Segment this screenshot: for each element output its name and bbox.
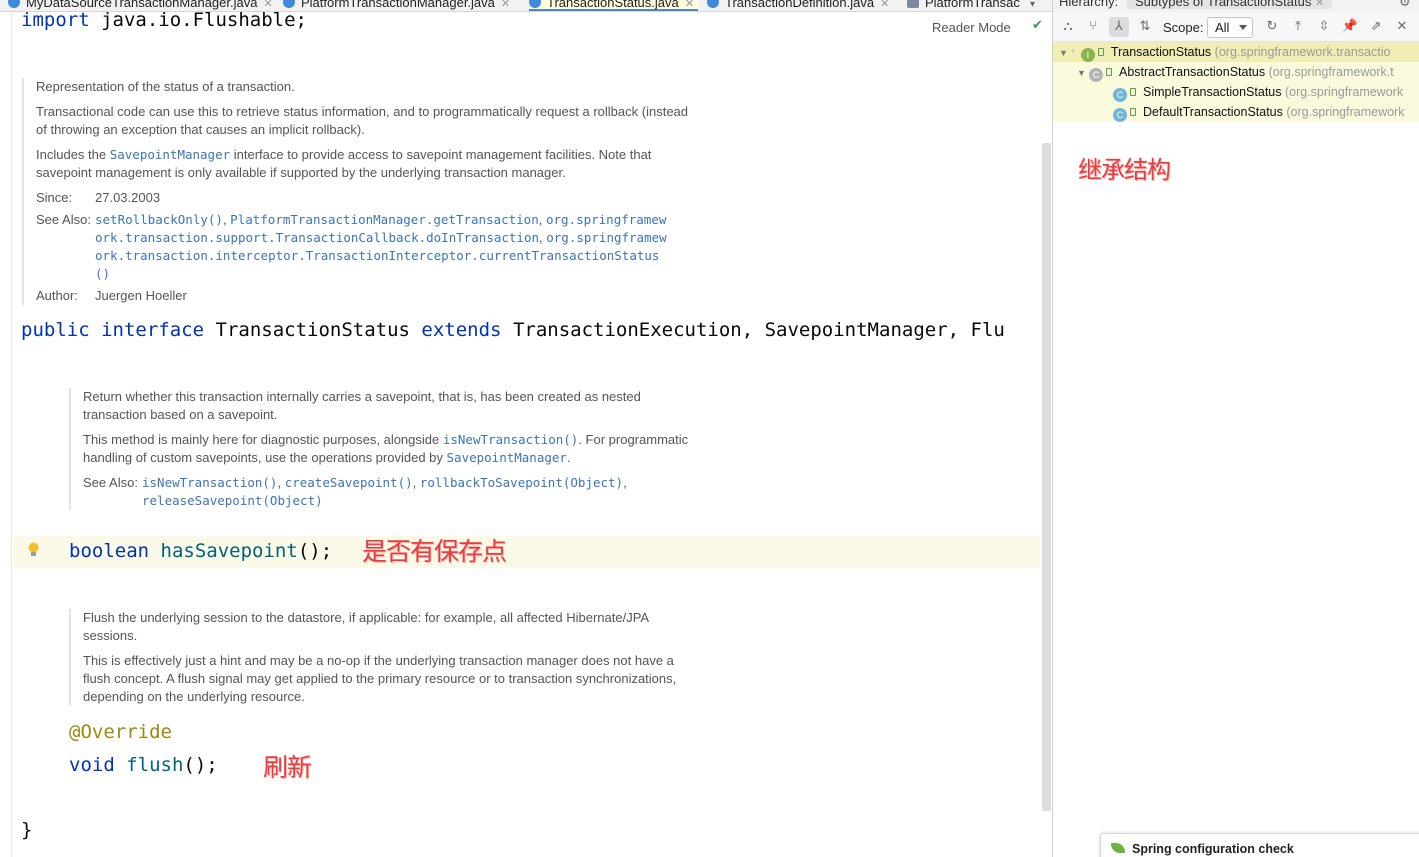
see-also-row: See Also: isNewTransaction(), createSave… xyxy=(83,475,627,508)
close-icon[interactable]: ✕ xyxy=(263,0,272,10)
code-editor[interactable]: Reader Mode ✔ import java.io.Flushable; … xyxy=(0,12,1052,857)
tab-mydatasourcetransactionmanager[interactable]: MyDataSourceTransactionManager.java ✕ xyxy=(8,0,273,11)
gear-icon[interactable]: ⚙ xyxy=(1399,0,1411,10)
spring-configuration-check-notification[interactable]: Spring configuration check xyxy=(1100,833,1419,857)
pin-icon[interactable]: 📌 xyxy=(1340,17,1360,37)
import-line[interactable]: import java.io.Flushable; xyxy=(21,12,307,31)
hierarchy-title: Hierarchy: xyxy=(1059,0,1119,9)
see-also-row: See Also: setRollbackOnly(), PlatformTra… xyxy=(36,212,667,281)
doc-link[interactable]: isNewTransaction() xyxy=(142,475,277,490)
open-in-window-icon[interactable]: ⇗ xyxy=(1366,17,1386,37)
tab-platformtransactionmanager[interactable]: PlatformTransactionManager.java ✕ xyxy=(283,0,510,11)
public-icon xyxy=(1097,48,1104,56)
tab-overflow-chevron-icon[interactable]: ▾ xyxy=(1030,0,1035,11)
editor-gutter xyxy=(0,12,12,857)
doc-link[interactable]: PlatformTransactionManager.getTransactio… xyxy=(230,212,539,227)
refresh-icon[interactable]: ↻ xyxy=(1262,17,1282,37)
editor-vertical-scrollbar[interactable] xyxy=(1042,143,1051,811)
doc-paragraph: Return whether this transaction internal… xyxy=(83,389,641,422)
doc-paragraph: This is effectively just a hint and may … xyxy=(83,653,677,704)
doc-paragraph: Includes the SavepointManager interface … xyxy=(36,147,652,180)
scope-select[interactable]: All xyxy=(1207,17,1253,38)
doc-link[interactable]: rollbackToSavepoint(Object) xyxy=(420,475,623,490)
class-javadoc: Representation of the status of a transa… xyxy=(22,78,690,305)
hierarchy-title-bar: Hierarchy: Subtypes of TransactionStatus… xyxy=(1053,0,1419,12)
close-icon[interactable]: ✕ xyxy=(880,0,889,10)
hierarchy-panel: Hierarchy: Subtypes of TransactionStatus… xyxy=(1052,0,1419,857)
flush-javadoc: Flush the underlying session to the data… xyxy=(69,609,689,706)
doc-link[interactable]: releaseSavepoint(Object) xyxy=(142,493,323,508)
tab-platformtransac[interactable]: PlatformTransac xyxy=(907,0,1020,11)
class-icon xyxy=(8,0,20,8)
annotation-note-has-savepoint: 是否有保存点 xyxy=(362,537,507,566)
subtypes-hierarchy-icon[interactable]: ⅄ xyxy=(1109,17,1129,37)
lightbulb-icon[interactable] xyxy=(28,542,39,558)
public-icon xyxy=(1130,88,1136,96)
abstract-class-icon: C xyxy=(1089,68,1103,82)
scope-label: Scope: xyxy=(1163,20,1204,35)
annotation-note-flush: 刷新 xyxy=(263,753,312,782)
close-icon[interactable]: ✕ xyxy=(1392,17,1412,37)
spring-leaf-icon xyxy=(1111,843,1125,853)
public-icon xyxy=(1106,68,1112,76)
interface-icon: I xyxy=(1080,48,1095,62)
doc-link[interactable]: createSavepoint() xyxy=(285,475,413,490)
author-row: Author: Juergen Hoeller xyxy=(36,288,187,303)
tree-node-transactionstatus[interactable]: ▼ * I TransactionStatus (org.springframewor… xyxy=(1053,42,1419,62)
chevron-down-icon xyxy=(1239,25,1247,30)
type-hierarchy-icon[interactable]: ⛬ xyxy=(1058,17,1078,37)
doc-link[interactable]: isNewTransaction() xyxy=(443,432,578,447)
override-annotation[interactable]: @Override xyxy=(69,721,172,743)
doc-paragraph: Transactional code can use this to retri… xyxy=(36,104,689,137)
doc-paragraph: Flush the underlying session to the data… xyxy=(83,610,649,643)
supertypes-hierarchy-icon[interactable]: ⑂ xyxy=(1083,17,1103,37)
editor-tab-bar: MyDataSourceTransactionManager.java ✕ Pla… xyxy=(0,0,1052,12)
tree-node-defaulttransactionstatus[interactable]: C DefaultTransactionStatus (org.springfra… xyxy=(1113,102,1404,122)
flush-method[interactable]: void flush(); xyxy=(69,754,218,776)
doc-paragraph: This method is mainly here for diagnosti… xyxy=(83,432,689,465)
tab-subtypes[interactable]: Subtypes of TransactionStatus ✕ xyxy=(1127,0,1333,9)
since-row: Since: 27.03.2003 xyxy=(36,190,161,205)
close-icon[interactable]: ✕ xyxy=(685,0,694,10)
interface-declaration[interactable]: public interface TransactionStatus exten… xyxy=(21,319,1005,341)
has-savepoint-method[interactable]: boolean hasSavepoint(); xyxy=(69,540,332,562)
inspection-ok-icon[interactable]: ✔ xyxy=(1032,18,1043,33)
file-icon xyxy=(907,0,919,8)
tab-transactiondefinition[interactable]: TransactionDefinition.java ✕ xyxy=(707,0,889,11)
chevron-down-icon[interactable]: ▼ xyxy=(1059,43,1071,63)
tree-node-abstracttransactionstatus[interactable]: ▼ C AbstractTransactionStatus (org.springf… xyxy=(1077,62,1394,82)
doc-link[interactable]: setRollbackOnly() xyxy=(95,212,223,227)
reader-mode-button[interactable]: Reader Mode xyxy=(932,20,1011,35)
closing-brace[interactable]: } xyxy=(21,819,32,841)
close-icon[interactable]: ✕ xyxy=(1315,0,1324,9)
class-icon: C xyxy=(1113,108,1127,122)
annotation-note-inheritance: 继承结构 xyxy=(1078,156,1171,184)
tab-transactionstatus[interactable]: TransactionStatus.java ✕ xyxy=(529,0,698,11)
interface-icon xyxy=(707,0,719,8)
hierarchy-tree[interactable]: ▼ * I TransactionStatus (org.springframewor… xyxy=(1053,42,1419,122)
doc-paragraph: Representation of the status of a transa… xyxy=(36,79,295,94)
class-icon: C xyxy=(1113,88,1127,102)
doc-link-savepointmanager[interactable]: SavepointManager xyxy=(110,147,230,162)
expand-all-icon[interactable]: ⇳ xyxy=(1314,17,1334,37)
sort-alphabetically-icon[interactable]: ⇅ xyxy=(1135,17,1155,37)
export-icon[interactable]: ⤒ xyxy=(1288,17,1308,37)
tree-node-simpletransactionstatus[interactable]: C SimpleTransactionStatus (org.springfram… xyxy=(1113,82,1403,102)
interface-icon xyxy=(529,0,541,8)
close-icon[interactable]: ✕ xyxy=(501,0,510,10)
public-icon xyxy=(1130,108,1136,116)
hierarchy-toolbar: ⛬ ⑂ ⅄ ⇅ Scope: All ↻ ⤒ ⇳ 📌 ⇗ ✕ xyxy=(1053,12,1419,42)
doc-link[interactable]: SavepointManager xyxy=(447,450,567,465)
chevron-down-icon[interactable]: ▼ xyxy=(1077,63,1089,83)
interface-icon xyxy=(283,0,295,8)
has-savepoint-javadoc: Return whether this transaction internal… xyxy=(69,388,689,510)
